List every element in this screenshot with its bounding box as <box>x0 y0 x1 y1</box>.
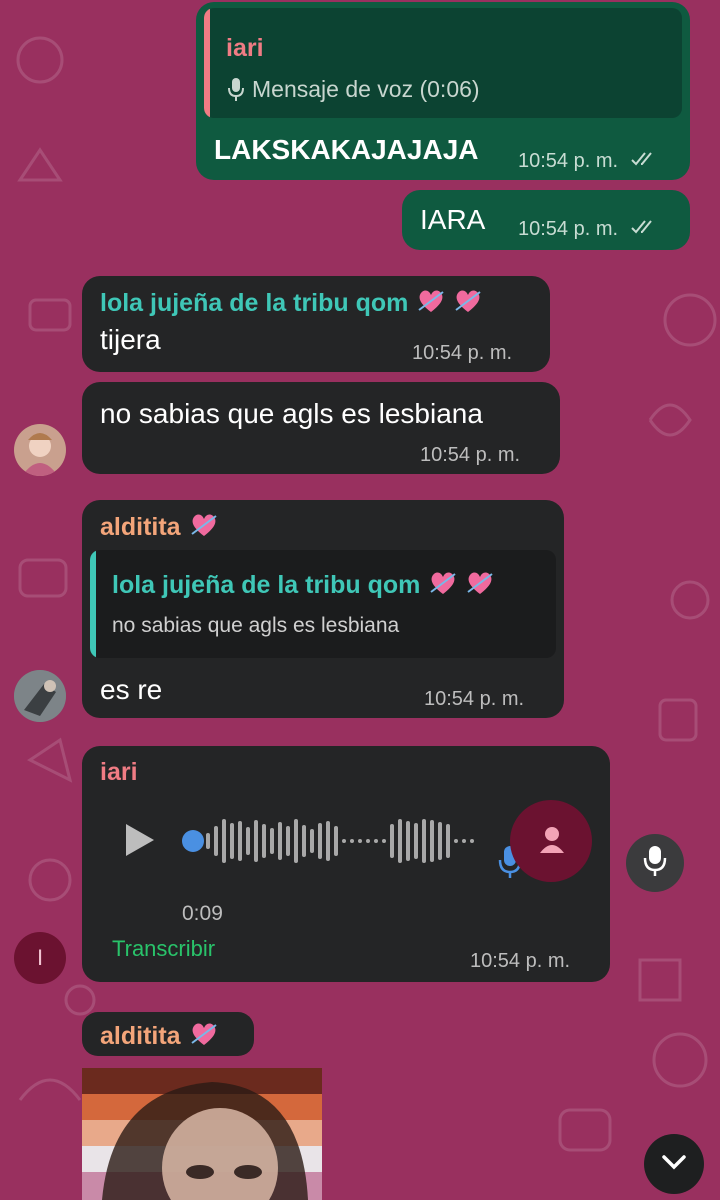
incoming-message-bubble[interactable]: no sabias que agls es lesbiana 10:54 p. … <box>82 382 560 474</box>
waveform-bar <box>238 821 242 861</box>
waveform-dot <box>462 839 466 843</box>
play-button-icon[interactable] <box>122 822 156 863</box>
waveform-bar <box>334 826 338 856</box>
quote-text: no sabias que agls es lesbiana <box>112 614 400 637</box>
heart-arrow-icon <box>454 288 482 321</box>
chevron-down-icon <box>661 1154 687 1175</box>
message-timestamp: 10:54 p. m. <box>420 444 521 466</box>
waveform-dot <box>366 839 370 843</box>
waveform-bar <box>222 819 226 863</box>
waveform-bar <box>278 822 282 860</box>
waveform-bar <box>406 821 410 861</box>
waveform-bar <box>302 825 306 857</box>
heart-arrow-icon <box>466 570 494 603</box>
incoming-message-bubble[interactable]: alditita <box>82 1012 254 1056</box>
message-timestamp: 10:54 p. m. <box>412 342 513 364</box>
waveform-dot <box>470 839 474 843</box>
quote-accent-bar <box>204 8 210 118</box>
waveform-bar <box>310 829 314 853</box>
message-timestamp: 10:54 p. m. <box>518 218 658 241</box>
waveform-bar <box>246 827 250 855</box>
message-text: LAKSKAKAJAJAJA <box>214 134 479 165</box>
waveform-bar <box>230 823 234 859</box>
sender-name: alditita <box>100 512 218 545</box>
message-text: tijera <box>100 324 161 355</box>
waveform-bar <box>414 823 418 859</box>
avatar[interactable] <box>14 670 66 722</box>
waveform-bar <box>270 828 274 854</box>
photo-message[interactable] <box>82 1068 322 1200</box>
waveform-dot <box>374 839 378 843</box>
waveform-dot <box>342 839 346 843</box>
reply-quote[interactable]: iari Mensaje de voz (0:06) <box>204 8 682 118</box>
transcribe-button[interactable]: Transcribir <box>112 936 215 962</box>
quote-text: Mensaje de voz (0:06) <box>252 76 480 102</box>
outgoing-message-bubble[interactable]: IARA 10:54 p. m. <box>402 190 690 250</box>
person-icon <box>538 826 566 859</box>
outgoing-message-bubble[interactable]: iari Mensaje de voz (0:06) LAKSKAKAJAJAJ… <box>196 2 690 180</box>
waveform-dot <box>358 839 362 843</box>
waveform-bar <box>294 819 298 863</box>
sender-name: lola jujeña de la tribu qom <box>100 288 482 321</box>
heart-arrow-icon <box>417 288 445 321</box>
waveform-dot <box>382 839 386 843</box>
waveform-bar <box>286 826 290 856</box>
waveform-bar <box>262 824 266 858</box>
reply-quote[interactable]: lola jujeña de la tribu qom no sabias qu… <box>90 550 556 658</box>
waveform-bar <box>206 833 210 849</box>
quote-accent-bar <box>90 550 96 658</box>
playback-position-dot[interactable] <box>182 830 204 852</box>
message-text: no sabias que agls es lesbiana <box>100 398 483 429</box>
waveform-bar <box>254 820 258 862</box>
waveform-dot <box>454 839 458 843</box>
avatar-initial: I <box>36 945 44 970</box>
sender-name: alditita <box>100 1021 218 1054</box>
message-timestamp: 10:54 p. m. <box>518 150 658 173</box>
waveform-bar <box>390 824 394 858</box>
voice-sender-avatar <box>510 800 592 882</box>
incoming-message-bubble[interactable]: lola jujeña de la tribu qom tijera 10:54… <box>82 276 550 372</box>
message-timestamp: 10:54 p. m. <box>470 950 571 972</box>
avatar[interactable] <box>14 424 66 476</box>
waveform-bar <box>438 822 442 860</box>
read-ticks-icon <box>630 218 658 241</box>
voice-duration: 0:09 <box>182 902 223 925</box>
waveform-dot <box>350 839 354 843</box>
waveform-bar <box>446 824 450 858</box>
waveform-bar <box>430 820 434 862</box>
message-timestamp: 10:54 p. m. <box>424 688 525 710</box>
waveform-bar <box>398 819 402 863</box>
heart-arrow-icon <box>190 1021 218 1054</box>
scroll-to-bottom-button[interactable] <box>644 1134 704 1194</box>
audio-waveform[interactable] <box>206 816 476 866</box>
microphone-icon <box>643 844 667 883</box>
quote-sender-name: iari <box>226 34 264 62</box>
heart-arrow-icon <box>429 570 457 603</box>
voice-message-bubble[interactable]: iari 0:09 Transcribir 10:54 p. m. <box>82 746 610 982</box>
message-text: IARA <box>420 204 486 235</box>
voice-record-button[interactable] <box>626 834 684 892</box>
heart-arrow-icon <box>190 512 218 545</box>
waveform-bar <box>214 826 218 856</box>
incoming-message-bubble[interactable]: alditita lola jujeña de la tribu qom no … <box>82 500 564 718</box>
waveform-bar <box>318 823 322 859</box>
waveform-bar <box>326 821 330 861</box>
avatar[interactable]: I <box>14 932 66 984</box>
waveform-bar <box>422 819 426 863</box>
message-text: es re <box>100 674 163 705</box>
microphone-icon <box>226 76 246 107</box>
sender-name: iari <box>100 758 138 786</box>
quote-sender-name: lola jujeña de la tribu qom <box>112 570 494 603</box>
read-ticks-icon <box>630 150 658 173</box>
